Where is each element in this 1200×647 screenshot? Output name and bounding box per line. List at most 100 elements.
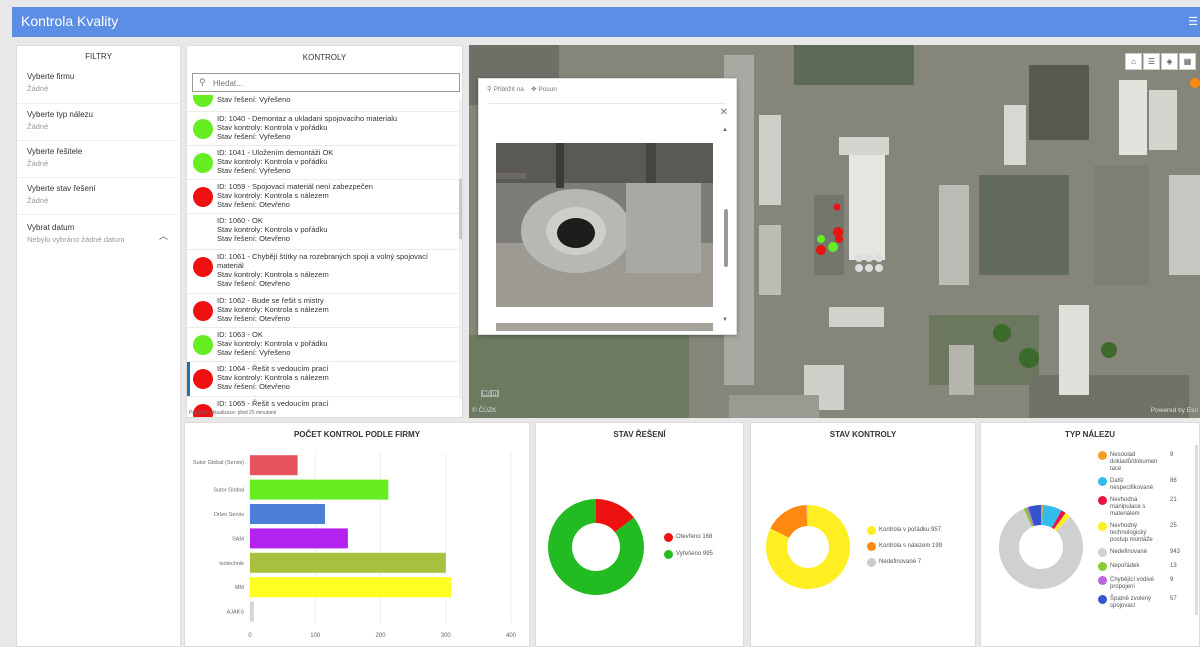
map-marker[interactable]	[833, 203, 841, 211]
list-item[interactable]: ID: 1064 - Řešit s vedoucím prací Stav ko…	[187, 362, 459, 397]
bar[interactable]	[250, 577, 451, 598]
legend-line: Nevhodná	[1110, 497, 1138, 503]
filter-value: Nebylo vybráno žádné datum	[27, 235, 125, 244]
list-item-text: ID: 1060 - OK Stav kontroly: Kontrola v p…	[217, 216, 451, 243]
list-item[interactable]: ID: 1041 - Uložením demontáži OK Stav kon…	[187, 146, 459, 180]
map-marker[interactable]	[817, 235, 825, 243]
x-tick-label: 400	[506, 633, 517, 639]
zoom-to-button[interactable]: Přiblížit na	[494, 86, 524, 93]
map-marker[interactable]	[1190, 78, 1200, 88]
filter-resitel[interactable]: Vyberte řešitele Žádné	[27, 147, 177, 168]
zoom-in-icon[interactable]: ⚲	[487, 86, 492, 93]
bar[interactable]	[250, 601, 254, 622]
legend-swatch	[1098, 477, 1107, 486]
bar[interactable]	[250, 504, 326, 524]
divider	[17, 140, 182, 141]
list-item[interactable]: ID: 1062 - Bude se řešit s mistry Stav ko…	[187, 294, 459, 328]
legend-value: 13	[1170, 563, 1177, 569]
bar[interactable]	[250, 455, 298, 476]
legend-value: 7	[917, 559, 922, 565]
list-item[interactable]: ID: 1040 - Demontaz a ukladani spojovaci…	[187, 112, 459, 146]
legend-line: tace	[1110, 466, 1122, 472]
map-toolbar: ⌂ ☰ ◈ ▦	[1124, 53, 1196, 70]
list-item-line: Stav řešení: Otevřeno	[217, 234, 290, 243]
filter-label: Vyberte firmu	[27, 72, 75, 81]
legend-line: materiálem	[1110, 511, 1140, 517]
legend-value: 9	[1170, 452, 1174, 458]
status-dot	[193, 257, 213, 277]
legend-value: 943	[1170, 549, 1181, 555]
filter-typ-nalezu[interactable]: Vyberte typ nálezu Žádné	[27, 110, 177, 131]
legend-icon[interactable]: ☰	[1143, 53, 1160, 70]
home-icon[interactable]: ⌂	[1125, 53, 1142, 70]
legend-line: Chybějící vodivé	[1110, 577, 1155, 583]
photo-thumbnail[interactable]	[496, 323, 713, 331]
scroll-up-icon[interactable]: ▲	[722, 127, 728, 133]
legend-label: Nedefinované 7	[879, 559, 921, 566]
legend-label: Špatně zvolený spojovací	[1110, 596, 1151, 610]
bar[interactable]	[250, 528, 348, 549]
legend-swatch	[1098, 562, 1107, 571]
filter-value: Žádné	[27, 84, 49, 93]
filter-firma[interactable]: Vyberte firmu Žádné	[27, 72, 177, 93]
popup-scrollbar[interactable]	[724, 134, 728, 314]
chevron-up-icon[interactable]: ︿	[159, 229, 168, 242]
feature-popup: ⚲ Přiblížit na ✥ Posun ✕ ▲ ▼	[478, 78, 737, 335]
pan-button[interactable]: Posun	[538, 86, 556, 93]
legend-label-text: Otevřeno	[676, 534, 701, 540]
menu-icon[interactable]: ☰	[1188, 15, 1198, 28]
legend-line: Nesoulad	[1110, 452, 1136, 458]
x-tick-label: 100	[310, 633, 321, 639]
list-item[interactable]: ID: 1063 - OK Stav kontroly: Kontrola v p…	[187, 328, 459, 362]
list-item-text: ID: 1041 - Uložením demontáži OK Stav kon…	[217, 148, 451, 175]
list-scrollbar[interactable]	[459, 99, 462, 399]
map-marker[interactable]	[816, 245, 826, 255]
list-item-line: Stav kontroly: Kontrola v pořádku	[217, 157, 328, 166]
list-item-line: Stav řešení: Vyřešeno	[217, 166, 291, 175]
divider	[17, 177, 182, 178]
legend-line: manipulace s	[1110, 504, 1146, 510]
list-item-text: ID: 1062 - Bude se řešit s mistry Stav ko…	[217, 296, 451, 323]
list-item-text: ID: 1064 - Řešit s vedoucím prací Stav ko…	[217, 364, 451, 391]
typ-nalezu-panel: TYP NÁLEZU 9 Nesoulad dokladů/dokumen tace 8…	[980, 422, 1200, 647]
list-item-line: ID: 1063 - OK	[217, 330, 263, 339]
list-item-line: Stav kontroly: Kontrola v pořádku	[217, 123, 328, 132]
list-item-text: ID: 1065 - Řešit s vedoucím prací	[217, 399, 451, 408]
filter-value: Žádné	[27, 159, 49, 168]
map-marker[interactable]	[828, 242, 838, 252]
bar[interactable]	[250, 479, 389, 500]
basemap-icon[interactable]: ▦	[1179, 53, 1196, 70]
stav-reseni-donut	[548, 499, 644, 595]
legend-line: Nevhodný	[1110, 523, 1138, 529]
legend-line: Další	[1110, 478, 1124, 484]
list-item[interactable]: Stav řešení: Vyřešeno	[187, 95, 459, 112]
x-tick-label: 200	[375, 633, 386, 639]
filter-stav-reseni[interactable]: Vyberte stav řešení Žádné	[27, 184, 177, 205]
list-item[interactable]: ID: 1061 - Chybějí štítky na rozebraných…	[187, 250, 459, 294]
filter-datum[interactable]: Vybrat datum Nebylo vybráno žádné datum	[27, 223, 177, 244]
scroll-down-icon[interactable]: ▼	[722, 317, 728, 323]
bar[interactable]	[250, 552, 446, 573]
map-marker[interactable]	[835, 235, 843, 243]
inspection-photo	[496, 143, 713, 307]
move-icon[interactable]: ✥	[531, 86, 536, 93]
bar-chart: 0 100 200 300 400 Sutor Global (Servis) Sutor …	[193, 453, 517, 639]
filters-title: FILTRY	[85, 52, 112, 61]
legend-label: Vyřešeno 995	[676, 551, 713, 558]
legend-value: 957	[931, 527, 942, 533]
list-item[interactable]: ID: 1059 - Spojovací materiál není zabez…	[187, 180, 459, 214]
legend-line: nespecifikované	[1110, 485, 1154, 491]
legend-label: Další nespecifikované	[1110, 478, 1153, 492]
popup-toolbar: ⚲ Přiblížit na ✥ Posun	[487, 85, 557, 93]
powered-by: Powered by Esri	[1150, 407, 1198, 414]
y-tick-label: Sutor Global	[213, 488, 244, 494]
list-item-text: Stav řešení: Vyřešeno	[217, 95, 451, 104]
legend-label: Kontrola s nálezem 199	[879, 543, 942, 550]
list-item-text: ID: 1059 - Spojovací materiál není zabez…	[217, 182, 451, 209]
list-item[interactable]: ID: 1060 - OK Stav kontroly: Kontrola v p…	[187, 214, 459, 250]
close-icon[interactable]: ✕	[720, 107, 728, 118]
legend-value: 21	[1170, 497, 1177, 503]
layers-icon[interactable]: ◈	[1161, 53, 1178, 70]
y-tick-label: MM	[235, 585, 245, 591]
legend-scrollbar[interactable]	[1195, 445, 1198, 615]
